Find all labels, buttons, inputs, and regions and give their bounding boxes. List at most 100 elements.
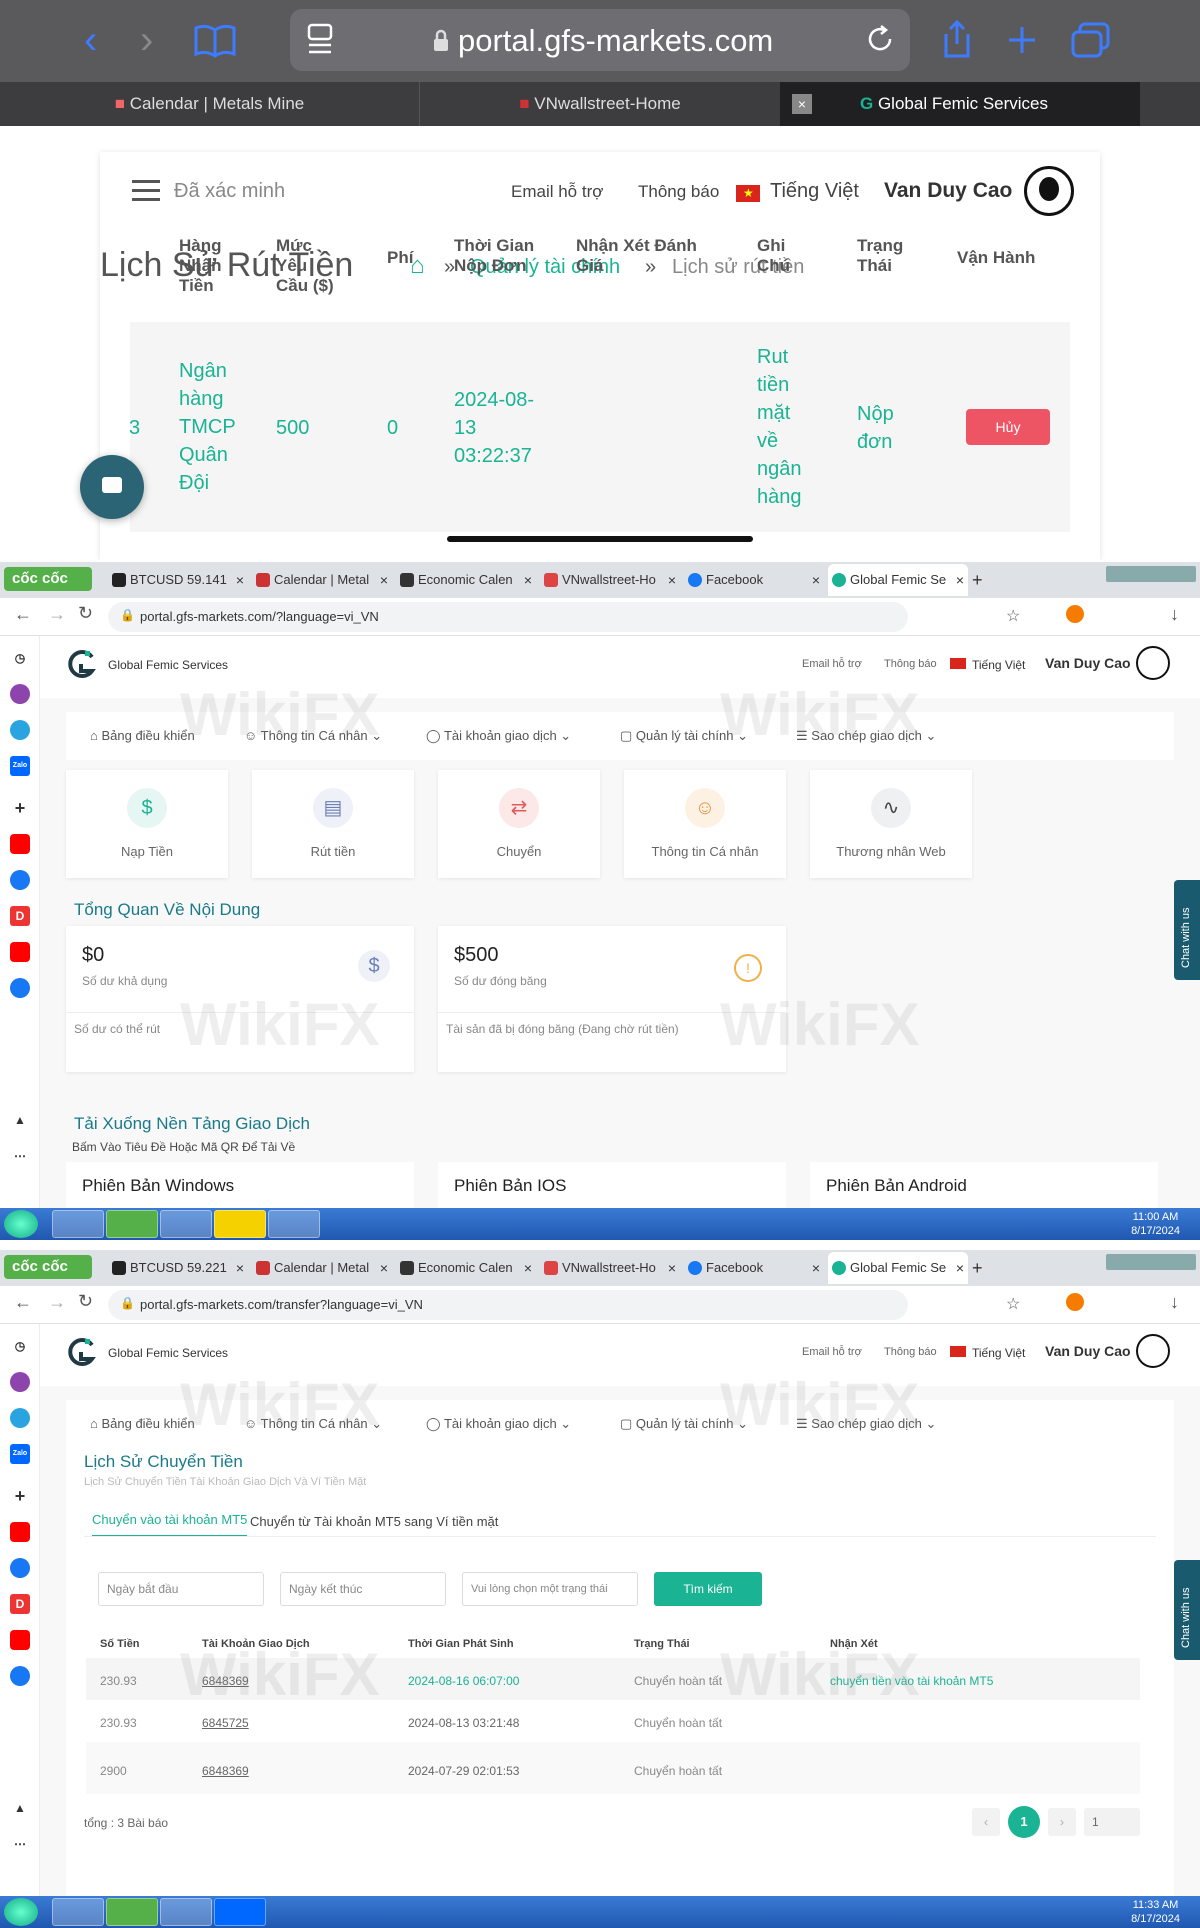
- language-selector[interactable]: Tiếng Việt: [972, 1346, 1025, 1360]
- search-button[interactable]: Tìm kiếm: [654, 1572, 762, 1606]
- ipad-tab-vnwallstreet[interactable]: ■ VNwallstreet-Home: [420, 82, 780, 126]
- forward-icon[interactable]: ›: [140, 18, 153, 62]
- quick-withdraw-card[interactable]: ▤ Rút tiền: [252, 770, 414, 878]
- coccoc-button[interactable]: cốc cốc: [4, 567, 92, 591]
- reload-icon[interactable]: [864, 23, 896, 55]
- email-support-link[interactable]: Email hỗ trợ: [802, 658, 862, 670]
- window-controls[interactable]: [1106, 566, 1196, 582]
- menu-dashboard[interactable]: ⌂ Bảng điều khiển: [90, 1416, 195, 1431]
- tab-transfer-out[interactable]: Chuyển từ Tài khoản MT5 sang Ví tiền mặt: [250, 1514, 498, 1529]
- chat-bubble-button[interactable]: [80, 455, 144, 519]
- history-icon[interactable]: ◷: [10, 1336, 30, 1356]
- browser-tab-economic[interactable]: Economic Calen ×: [396, 564, 536, 596]
- user-name[interactable]: Van Duy Cao: [1045, 1343, 1131, 1359]
- youtube-icon[interactable]: [10, 942, 30, 962]
- gfs-taskbar-icon[interactable]: [160, 1210, 212, 1238]
- next-page-button[interactable]: ›: [1048, 1808, 1076, 1836]
- app-taskbar-icon[interactable]: [160, 1898, 212, 1926]
- coccoc-taskbar-icon[interactable]: [106, 1898, 158, 1926]
- add-icon[interactable]: +: [10, 1486, 30, 1506]
- row-account-link[interactable]: 6845725: [202, 1716, 249, 1730]
- start-button[interactable]: [4, 1210, 38, 1238]
- telegram-icon[interactable]: [10, 1408, 30, 1428]
- zalo-taskbar-icon[interactable]: [214, 1898, 266, 1926]
- extension-icon[interactable]: [1066, 605, 1084, 623]
- facebook-icon[interactable]: [10, 1558, 30, 1578]
- exness-taskbar-icon[interactable]: [214, 1210, 266, 1238]
- download-icon[interactable]: ↓: [1170, 1292, 1179, 1313]
- quick-profile-card[interactable]: ☺ Thông tin Cá nhân: [624, 770, 786, 878]
- start-button[interactable]: [4, 1898, 38, 1926]
- reload-icon[interactable]: ↻: [78, 1291, 93, 1312]
- explorer-icon[interactable]: [52, 1898, 104, 1926]
- new-tab-icon[interactable]: +: [972, 1258, 983, 1278]
- menu-trading-accounts[interactable]: ◯ Tài khoản giao dịch ⌄: [426, 728, 571, 744]
- notifications-link[interactable]: Thông báo: [884, 1346, 937, 1358]
- bell-icon[interactable]: ▲: [10, 1110, 30, 1130]
- download-windows[interactable]: Phiên Bản Windows: [66, 1162, 414, 1208]
- youtube-icon[interactable]: [10, 1522, 30, 1542]
- notifications-link[interactable]: Thông báo: [884, 658, 937, 670]
- back-icon[interactable]: ←: [14, 604, 32, 625]
- ipad-tab-gfs[interactable]: × G Global Femic Services: [780, 82, 1140, 126]
- url-input[interactable]: portal.gfs-markets.com/?language=vi_VN: [108, 602, 908, 632]
- tab-switcher-icon[interactable]: [1070, 20, 1112, 60]
- menu-copy-trading[interactable]: ☰ Sao chép giao dịch ⌄: [796, 728, 936, 744]
- ipad-tab-calendar[interactable]: ■ Calendar | Metals Mine: [0, 82, 420, 126]
- history-icon[interactable]: ◷: [10, 648, 30, 668]
- zalo-icon[interactable]: Zalo: [10, 756, 30, 776]
- menu-dashboard[interactable]: ⌂ Bảng điều khiển: [90, 728, 195, 743]
- youtube-icon[interactable]: [10, 834, 30, 854]
- quick-webtrader-card[interactable]: ∿ Thương nhân Web: [810, 770, 972, 878]
- user-name[interactable]: Van Duy Cao: [884, 179, 1012, 203]
- status-select[interactable]: Vui lòng chọn một trạng thái: [462, 1572, 638, 1606]
- avatar[interactable]: [1136, 646, 1170, 680]
- hamburger-menu-icon[interactable]: [132, 180, 160, 202]
- menu-finance[interactable]: ▢ Quản lý tài chính ⌄: [620, 728, 748, 744]
- avatar[interactable]: [1024, 166, 1074, 216]
- browser-tab-btcusd[interactable]: BTCUSD 59.221 ×: [108, 1252, 248, 1284]
- tab-transfer-in[interactable]: Chuyển vào tài khoản MT5: [92, 1512, 248, 1537]
- extension-icon[interactable]: [1066, 1293, 1084, 1311]
- page-1-button[interactable]: 1: [1008, 1806, 1040, 1838]
- chat-with-us-tab[interactable]: Chat with us: [1174, 880, 1200, 980]
- zalo-icon[interactable]: Zalo: [10, 1444, 30, 1464]
- download-icon[interactable]: ↓: [1170, 604, 1179, 625]
- row-account-link[interactable]: 6848369: [202, 1764, 249, 1778]
- messenger-icon[interactable]: [10, 1372, 30, 1392]
- star-icon[interactable]: ☆: [1006, 606, 1020, 626]
- browser-tab-economic[interactable]: Economic Calen ×: [396, 1252, 536, 1284]
- browser-tab-gfs[interactable]: Global Femic Se ×: [828, 564, 968, 596]
- app-taskbar-icon[interactable]: [268, 1210, 320, 1238]
- quick-transfer-card[interactable]: ⇄ Chuyển: [438, 770, 600, 878]
- user-name[interactable]: Van Duy Cao: [1045, 655, 1131, 671]
- start-date-input[interactable]: Ngày bắt đầu: [98, 1572, 264, 1606]
- browser-tab-facebook[interactable]: Facebook ×: [684, 1252, 824, 1284]
- reload-icon[interactable]: ↻: [78, 603, 93, 624]
- d-app-icon[interactable]: D: [10, 906, 30, 926]
- coccoc-button[interactable]: cốc cốc: [4, 1255, 92, 1279]
- menu-profile[interactable]: ☺ Thông tin Cá nhân ⌄: [244, 1416, 382, 1432]
- bookmarks-icon[interactable]: [194, 24, 236, 58]
- tabs-overview-icon[interactable]: [306, 21, 334, 57]
- url-input[interactable]: portal.gfs-markets.com/transfer?language…: [108, 1290, 908, 1320]
- browser-tab-vnwallstreet[interactable]: VNwallstreet-Ho ×: [540, 564, 680, 596]
- messenger-icon[interactable]: [10, 684, 30, 704]
- new-tab-icon[interactable]: [1006, 24, 1038, 56]
- page-jump-input[interactable]: 1: [1084, 1808, 1140, 1836]
- youtube-icon[interactable]: [10, 1630, 30, 1650]
- facebook-icon[interactable]: [10, 978, 30, 998]
- email-support-link[interactable]: Email hỗ trợ: [802, 1346, 862, 1358]
- bell-icon[interactable]: ▲: [10, 1798, 30, 1818]
- quick-deposit-card[interactable]: $ Nạp Tiền: [66, 770, 228, 878]
- chat-with-us-tab[interactable]: Chat with us: [1174, 1560, 1200, 1660]
- add-icon[interactable]: +: [10, 798, 30, 818]
- facebook-icon[interactable]: [10, 870, 30, 890]
- url-bar[interactable]: portal.gfs-markets.com: [290, 9, 910, 71]
- menu-trading-accounts[interactable]: ◯ Tài khoản giao dịch ⌄: [426, 1416, 571, 1432]
- more-icon[interactable]: ⋯: [10, 1146, 30, 1166]
- back-icon[interactable]: ‹: [84, 18, 97, 62]
- more-icon[interactable]: ⋯: [10, 1834, 30, 1854]
- browser-tab-calendar[interactable]: Calendar | Metal ×: [252, 564, 392, 596]
- row-account-link[interactable]: 6848369: [202, 1674, 249, 1688]
